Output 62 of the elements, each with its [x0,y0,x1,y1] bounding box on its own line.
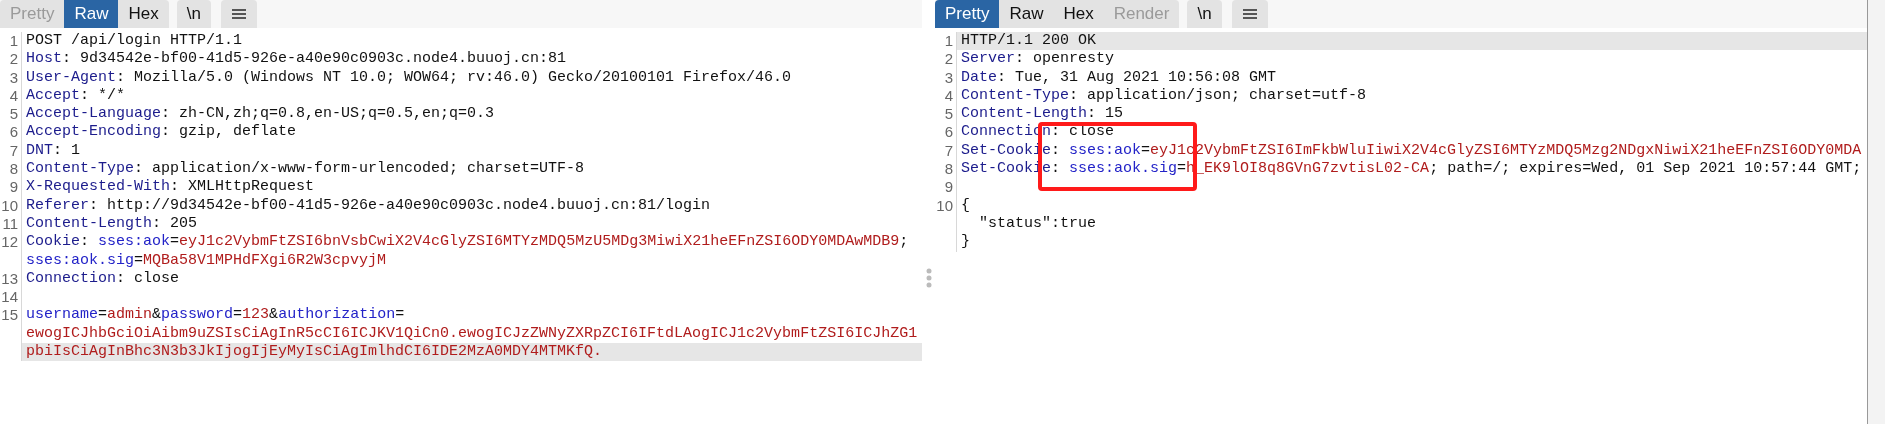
line-number: 12 [1,233,18,251]
line-number: 10 [936,196,953,214]
line-number: 6 [944,123,953,141]
line-number: 1 [944,32,953,49]
line-number: 5 [944,105,953,123]
code-line: POST /api/login HTTP/1.1 [26,32,243,49]
code-line: Accept: */* [26,86,126,104]
line-number: 14 [1,288,18,306]
code-line: Cookie: sses:aok=eyJ1c2VybmFtZSI6bnVsbCwiX2V4cGlyZSI6MTYzMDQ5MzU5MDg3MiwiX21heEFnZSI6ODY0MDAwMDB9; [26,233,909,251]
line-number: 9 [944,178,953,196]
code-line: ewogICJhbGciOiAibm9uZSIsCiAgInR5cCI6ICJKV1QiCn0.ewogICJzZWNyZXRpZCI6IFtdLAogICJ1c2VybmFtZSI6ICJhZG1 [26,324,918,342]
line-number: 4 [944,86,953,104]
code-line: Content-Type: application/json; charset=utf-8 [961,86,1367,104]
line-number: 3 [9,68,18,86]
code-line: HTTP/1.1 200 OK [961,32,1097,49]
menu-icon [1242,8,1257,20]
view-tab[interactable]: Pretty [935,0,1000,28]
resize-handle-icon[interactable] [925,268,932,288]
line-number: 11 [2,214,18,232]
line-number: 6 [9,123,18,141]
line-number: 5 [9,105,18,123]
line-number: 1 [9,32,18,49]
code-line: "status":true [978,214,1097,232]
code-line: X-Requested-With: XMLHttpRequest [26,178,315,196]
code-line: username=admin&password=123&authorization= [26,306,405,324]
view-tab[interactable]: Hex [1053,0,1104,28]
line-number: 8 [944,160,953,178]
menu-button[interactable] [1231,0,1268,28]
view-tab[interactable]: Raw [999,0,1054,28]
line-number: 15 [1,306,18,324]
line-number: 7 [9,141,18,159]
code-line: Accept-Encoding: gzip, deflate [26,123,297,141]
view-tab[interactable]: Raw [64,0,119,28]
view-tab[interactable]: Hex [118,0,169,28]
line-number: 10 [1,196,18,214]
line-number: 8 [9,160,18,178]
code-line: pbiIsCiAgInBhc3N3b3JkIjogIjEyMyIsCiAgImlhdCI6IDE2MzA0MDY4MTMKfQ. [26,343,603,361]
line-number: 7 [944,141,953,159]
line-number: 2 [944,50,953,68]
code-line: Content-Type: application/x-www-form-urlencoded; charset=UTF-8 [26,160,585,178]
line-number: 4 [9,86,18,104]
line-number: 9 [9,178,18,196]
code-line: DNT: 1 [26,141,81,159]
newline-toggle-button[interactable]: \n [1187,0,1222,28]
code-line: Server: openresty [961,50,1115,68]
code-line: Host: 9d34542e-bf00-41d5-926e-a40e90c0903c.node4.buuoj.cn:81 [26,50,567,68]
code-line: Content-Length: 205 [26,214,198,232]
line-number: 13 [1,269,18,287]
code-line: Accept-Language: zh-CN,zh;q=0.8,en-US;q=0.5,en;q=0.3 [26,105,495,123]
code-line: Date: Tue, 31 Aug 2021 10:56:08 GMT [961,68,1277,86]
newline-toggle-button[interactable]: \n [176,0,211,28]
code-line: sses:aok.sig=MQBa58V1MPHdFXgi6R2W3cpvyjM [26,251,387,269]
code-line: Connection: close [26,269,180,287]
code-line: User-Agent: Mozilla/5.0 (Windows NT 10.0; WOW64; rv:46.0) Gecko/20100101 Firefox/46.0 [26,68,792,86]
code-line: { [961,196,970,214]
code-line: Referer: http://9d34542e-bf00-41d5-926e-a40e90c0903c.node4.buuoj.cn:81/login [26,196,711,214]
menu-icon [231,8,246,20]
menu-button[interactable] [220,0,257,28]
code-line: Content-Length: 15 [961,105,1124,123]
code-line: } [961,233,970,251]
line-number: 3 [944,68,953,86]
line-number: 2 [9,50,18,68]
